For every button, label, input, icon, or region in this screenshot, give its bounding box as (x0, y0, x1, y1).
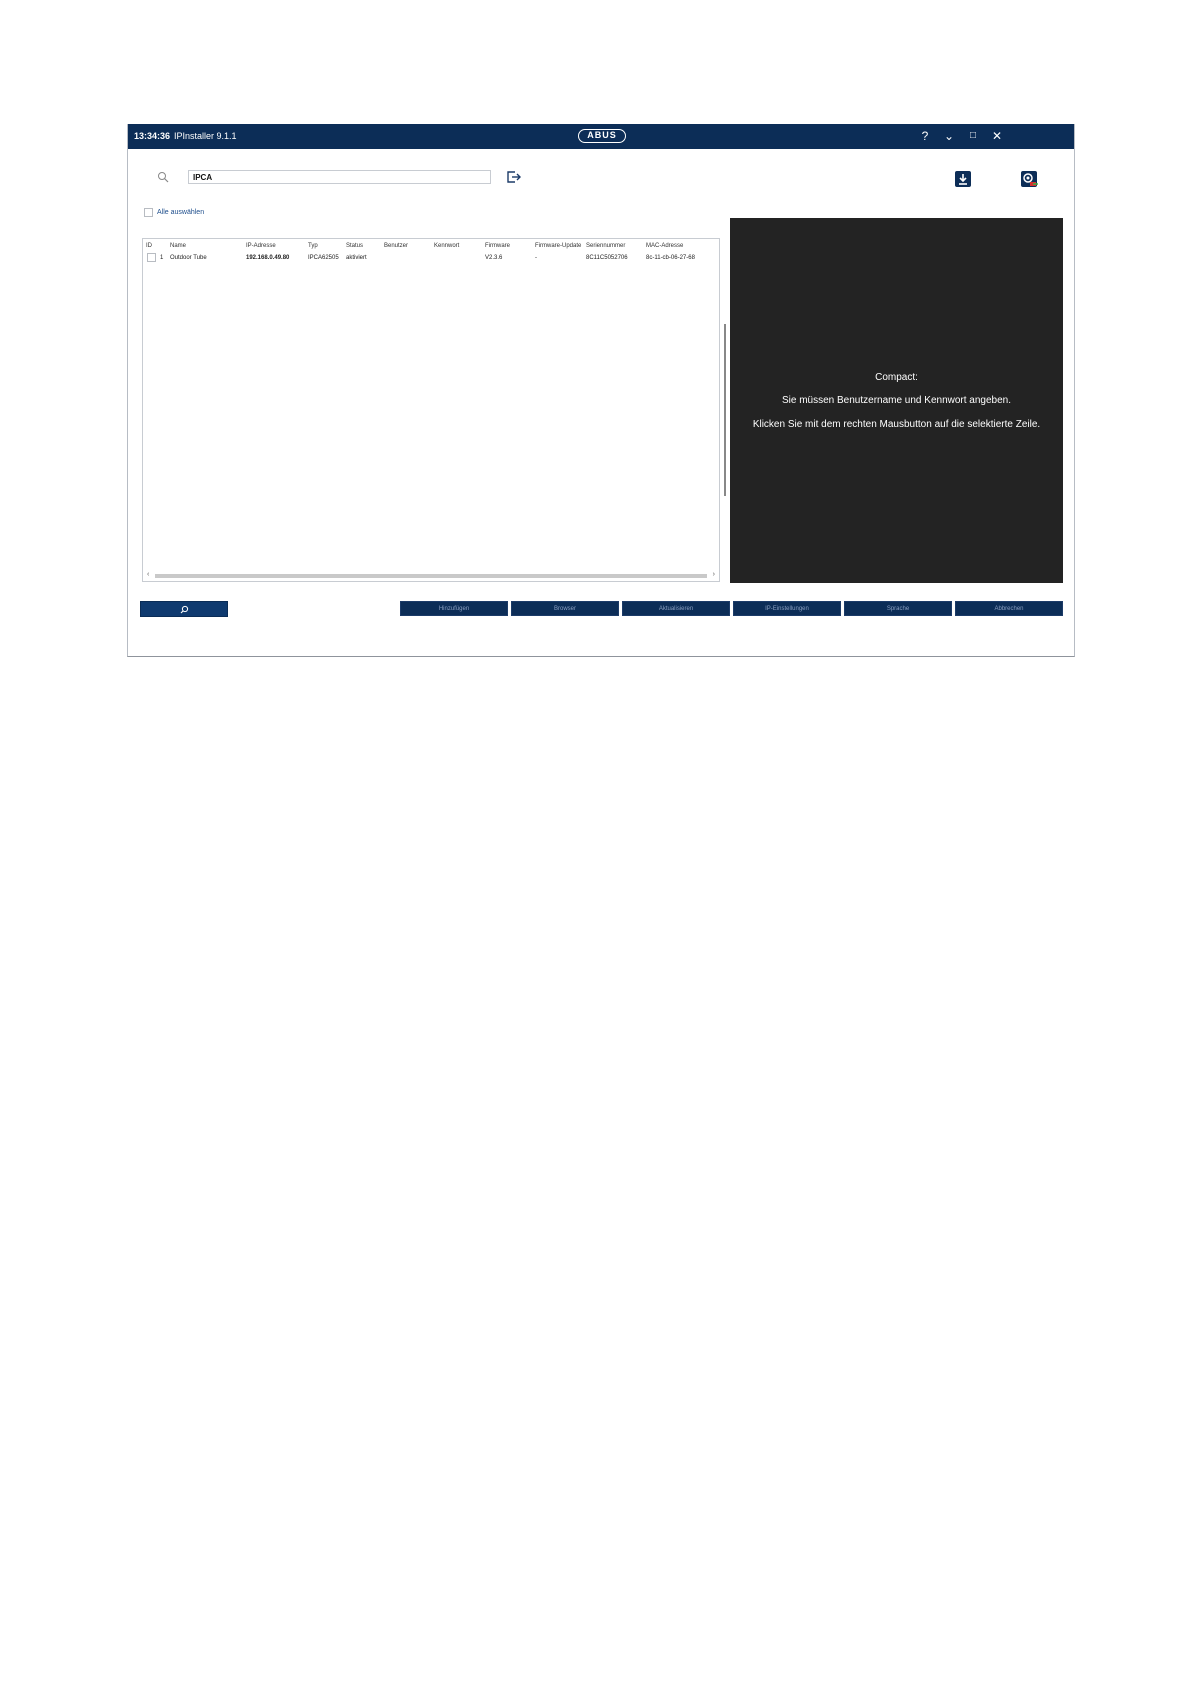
maximize-button[interactable]: □ (964, 127, 982, 145)
search-icon (180, 605, 189, 614)
horizontal-scrollbar[interactable]: ‹ › (147, 571, 715, 579)
app-title: IPInstaller 9.1.1 (174, 131, 237, 141)
camera-settings-icon[interactable] (1020, 170, 1038, 188)
column-header[interactable]: Status (346, 243, 363, 249)
select-all-label: Alle auswählen (157, 209, 205, 216)
title-bar: 13:34:36 IPInstaller 9.1.1 ABUS ? ⌄ □ ✕ (128, 124, 1074, 149)
cell-ip: 192.168.0.49.80 (246, 255, 290, 261)
help-button[interactable]: ? (916, 127, 934, 145)
cell-status: aktiviert (346, 255, 367, 261)
preview-hint: Klicken Sie mit dem rechten Mausbutton a… (752, 419, 1041, 430)
column-header[interactable]: Seriennummer (586, 243, 625, 249)
scroll-left-icon[interactable]: ‹ (147, 571, 149, 578)
search-button[interactable] (140, 601, 228, 617)
export-icon[interactable] (506, 170, 522, 184)
scroll-right-icon[interactable]: › (713, 571, 715, 578)
add-button[interactable]: Hinzufügen (400, 601, 508, 616)
column-header[interactable]: MAC-Adresse (646, 243, 683, 249)
browser-button[interactable]: Browser (511, 601, 619, 616)
row-checkbox[interactable] (147, 253, 156, 262)
column-header[interactable]: ID (146, 243, 152, 249)
language-button[interactable]: Sprache (844, 601, 952, 616)
cell-serial: 8C11C5052706 (586, 255, 628, 261)
column-header[interactable]: Firmware-Update (535, 243, 581, 249)
column-header[interactable]: IP-Adresse (246, 243, 276, 249)
ip-settings-button[interactable]: IP-Einstellungen (733, 601, 841, 616)
cell-firmware-update: - (535, 255, 537, 261)
column-header[interactable]: Benutzer (384, 243, 408, 249)
scrollbar-thumb[interactable] (155, 574, 707, 578)
cell-id: 1 (160, 255, 164, 261)
close-button[interactable]: ✕ (988, 127, 1006, 145)
preview-message: Sie müssen Benutzername und Kennwort ang… (781, 395, 1012, 406)
refresh-button[interactable]: Aktualisieren (622, 601, 730, 616)
preview-panel: Compact: Sie müssen Benutzername und Ken… (730, 218, 1063, 583)
cell-mac: 8c-11-cb-06-27-68 (646, 255, 695, 261)
column-header[interactable]: Kennwort (434, 243, 459, 249)
search-input[interactable] (188, 170, 491, 184)
preview-heading: Compact: (875, 372, 918, 383)
download-icon[interactable] (954, 170, 972, 188)
cell-name: Outdoor Tube (170, 255, 207, 261)
cell-type: IPCA62505 (308, 255, 339, 261)
column-header[interactable]: Firmware (485, 243, 510, 249)
abus-logo: ABUS (578, 129, 626, 143)
cell-firmware: V2.3.6 (485, 255, 503, 261)
device-table: ID Name IP-Adresse Typ Status Benutzer K… (142, 238, 720, 582)
select-all-checkbox[interactable] (144, 208, 153, 217)
vertical-scrollbar[interactable] (724, 324, 726, 496)
cancel-button[interactable]: Abbrechen (955, 601, 1063, 616)
column-header[interactable]: Typ (308, 243, 318, 249)
minimize-button[interactable]: ⌄ (940, 127, 958, 145)
column-header[interactable]: Name (170, 243, 186, 249)
clock-text: 13:34:36 (134, 131, 171, 141)
search-icon[interactable] (157, 171, 169, 183)
app-window: 13:34:36 IPInstaller 9.1.1 ABUS ? ⌄ □ ✕ … (127, 124, 1075, 657)
select-all[interactable]: Alle auswählen (144, 208, 204, 217)
